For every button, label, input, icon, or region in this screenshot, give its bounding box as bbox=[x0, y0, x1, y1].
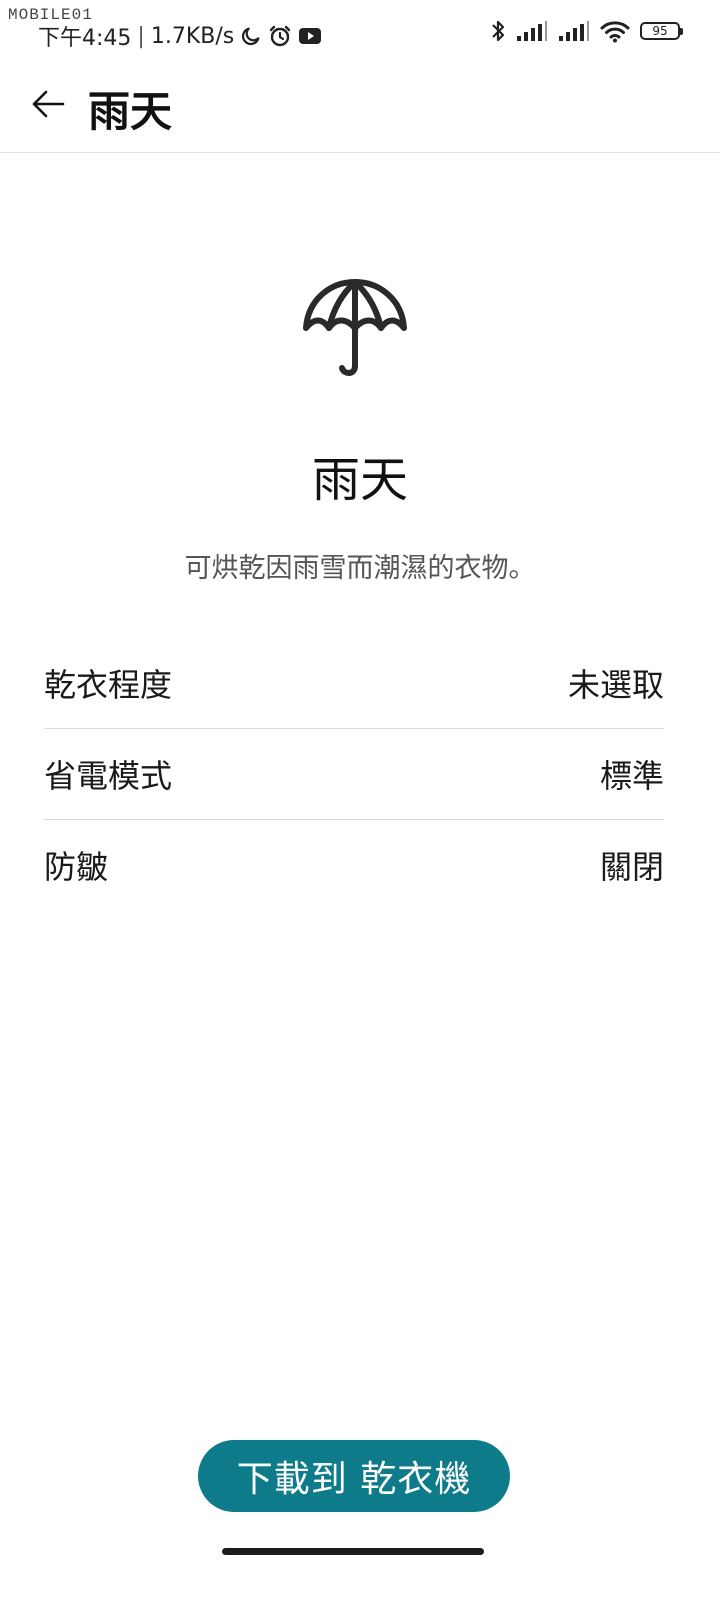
setting-row-energy-saving[interactable]: 省電模式 標準 bbox=[44, 729, 664, 820]
back-button[interactable] bbox=[26, 82, 70, 126]
setting-label: 省電模式 bbox=[44, 757, 173, 795]
setting-value: 未選取 bbox=[567, 666, 664, 704]
status-separator: | bbox=[137, 23, 145, 49]
status-time: 下午4:45 bbox=[38, 26, 132, 51]
setting-label: 乾衣程度 bbox=[44, 666, 173, 704]
status-network-speed: 1.7KB/s bbox=[150, 23, 235, 49]
setting-value: 標準 bbox=[599, 757, 664, 795]
mode-description: 可烘乾因雨雪而潮濕的衣物。 bbox=[184, 553, 536, 584]
umbrella-icon bbox=[303, 279, 407, 376]
page-title: 雨天 bbox=[88, 87, 173, 136]
setting-row-dryness[interactable]: 乾衣程度 未選取 bbox=[44, 638, 664, 729]
download-to-dryer-button[interactable]: 下載到 乾衣機 bbox=[198, 1440, 510, 1512]
status-bar: MOBILE01 下午4:45 | 1.7KB/s 95 bbox=[0, 0, 720, 64]
setting-value: 關閉 bbox=[599, 848, 664, 886]
bluetooth-icon bbox=[492, 20, 505, 42]
signal-icon-2 bbox=[559, 21, 589, 41]
alarm-icon bbox=[270, 25, 291, 47]
app-bar: 雨天 bbox=[0, 64, 720, 153]
setting-row-anti-wrinkle[interactable]: 防皺 關閉 bbox=[44, 820, 664, 910]
youtube-icon bbox=[299, 28, 322, 44]
home-indicator[interactable] bbox=[222, 1548, 484, 1555]
arrow-left-icon bbox=[32, 90, 65, 118]
wifi-icon bbox=[600, 21, 630, 43]
mode-title: 雨天 bbox=[311, 452, 408, 508]
battery-indicator: 95 bbox=[640, 22, 683, 40]
signal-icon-1 bbox=[517, 21, 547, 41]
setting-label: 防皺 bbox=[44, 848, 109, 886]
status-left: 下午4:45 | 1.7KB/s bbox=[38, 20, 322, 52]
moon-icon bbox=[242, 27, 260, 46]
settings-list: 乾衣程度 未選取 省電模式 標準 防皺 關閉 bbox=[44, 638, 664, 910]
status-right: 95 bbox=[490, 18, 683, 44]
